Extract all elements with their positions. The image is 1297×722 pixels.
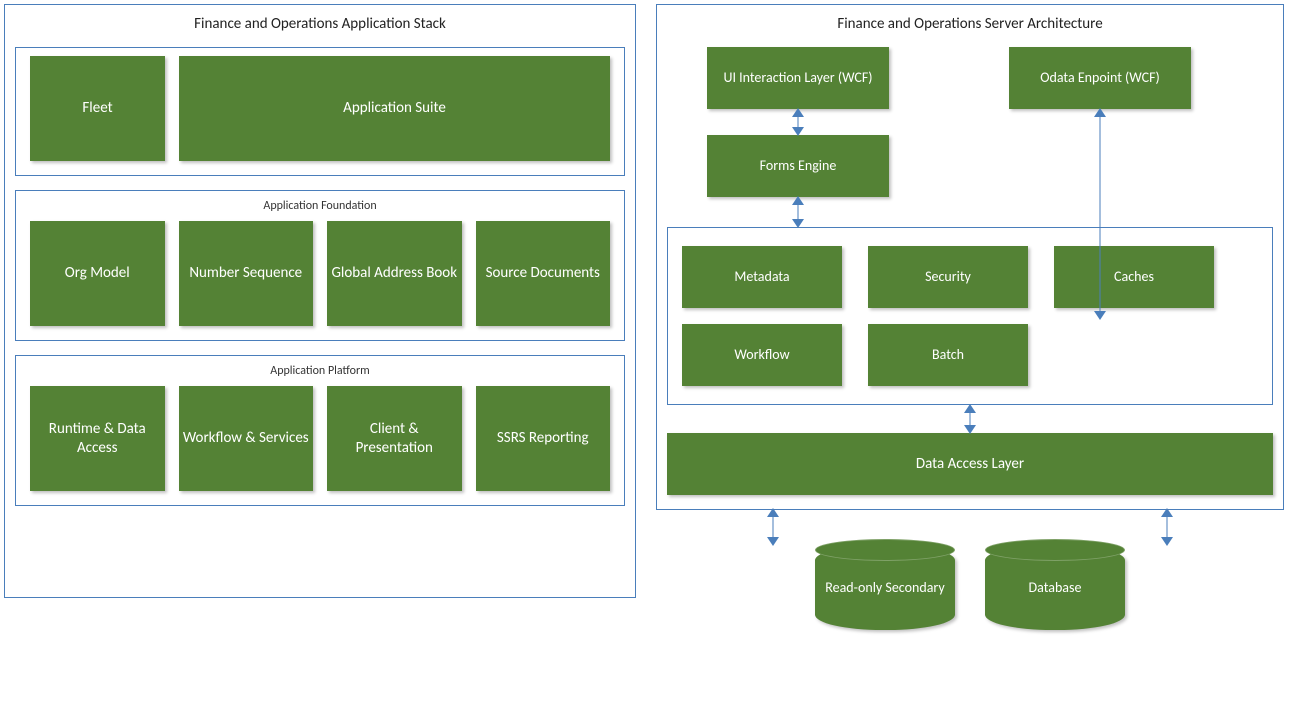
foundation-title: Application Foundation: [30, 199, 610, 213]
box-client-presentation: Client & Presentation: [327, 386, 462, 491]
box-global-address-book: Global Address Book: [327, 221, 462, 326]
box-org-model: Org Model: [30, 221, 165, 326]
db-readonly-label: Read-only Secondary: [819, 579, 950, 596]
arrow-ui-to-forms: [797, 109, 799, 135]
platform-section: Application Platform Runtime & Data Acce…: [15, 355, 625, 506]
box-ui-interaction-layer: UI Interaction Layer (WCF): [707, 47, 889, 109]
box-forms-engine: Forms Engine: [707, 135, 889, 197]
box-runtime-data-access: Runtime & Data Access: [30, 386, 165, 491]
arrow-forms-to-core: [797, 197, 799, 227]
box-data-access-layer: Data Access Layer: [667, 433, 1273, 495]
db-database-label: Database: [1023, 579, 1088, 596]
arrow-core-to-dal: [969, 405, 971, 433]
suite-section: Fleet Application Suite: [15, 47, 625, 176]
box-security: Security: [868, 246, 1028, 308]
app-stack-panel: Finance and Operations Application Stack…: [4, 4, 636, 598]
box-ssrs-reporting: SSRS Reporting: [476, 386, 611, 491]
box-metadata: Metadata: [682, 246, 842, 308]
box-workflow-services: Workflow & Services: [179, 386, 314, 491]
arrow-dal-to-readonly: [772, 509, 774, 545]
platform-title: Application Platform: [30, 364, 610, 378]
foundation-section: Application Foundation Org Model Number …: [15, 190, 625, 341]
arrow-dal-to-database: [1166, 509, 1168, 545]
server-arch-panel: Finance and Operations Server Architectu…: [656, 4, 1284, 510]
box-batch: Batch: [868, 324, 1028, 386]
db-database: Database: [985, 545, 1125, 630]
box-source-documents: Source Documents: [476, 221, 611, 326]
server-arch-title: Finance and Operations Server Architectu…: [667, 15, 1273, 33]
db-readonly-secondary: Read-only Secondary: [815, 545, 955, 630]
box-number-sequence: Number Sequence: [179, 221, 314, 326]
box-workflow: Workflow: [682, 324, 842, 386]
core-section: Metadata Security Caches Workflow Batch: [667, 227, 1273, 405]
box-caches: Caches: [1054, 246, 1214, 308]
box-fleet: Fleet: [30, 56, 165, 161]
app-stack-title: Finance and Operations Application Stack: [15, 15, 625, 33]
box-application-suite: Application Suite: [179, 56, 610, 161]
box-odata-endpoint: Odata Enpoint (WCF): [1009, 47, 1191, 109]
